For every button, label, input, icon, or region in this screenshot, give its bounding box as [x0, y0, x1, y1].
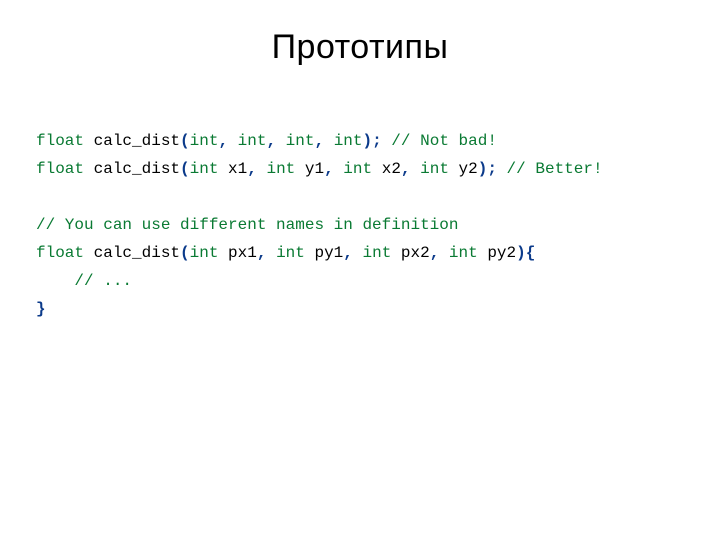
code-line-1: float calc_dist(int, int, int, int); // … [36, 132, 497, 150]
code-line-6: // ... [36, 272, 132, 290]
code-line-comment: // You can use different names in defini… [36, 216, 458, 234]
code-block: float calc_dist(int, int, int, int); // … [0, 99, 720, 323]
param-name: y1 [295, 160, 324, 178]
func-name: calc_dist [84, 132, 180, 150]
param-name: px2 [391, 244, 429, 262]
param-name: x1 [218, 160, 247, 178]
slide: Прототипы float calc_dist(int, int, int,… [0, 0, 720, 540]
param-name: x2 [372, 160, 401, 178]
param-name: py2 [478, 244, 516, 262]
type-int: int [190, 244, 219, 262]
paren-close-semi: ); [363, 132, 382, 150]
paren-open: ( [180, 132, 190, 150]
slide-title: Прототипы [0, 0, 720, 99]
type-int: int [266, 244, 304, 262]
type-int: int [190, 132, 219, 150]
func-name: calc_dist [84, 160, 180, 178]
type-int: int [257, 160, 295, 178]
comma: , [218, 132, 228, 150]
code-line-5: float calc_dist(int px1, int py1, int px… [36, 244, 535, 262]
type-int: int [324, 132, 362, 150]
func-name: calc_dist [84, 244, 180, 262]
brace-close: } [36, 300, 46, 318]
type-int: int [190, 160, 219, 178]
comma: , [314, 132, 324, 150]
comma: , [247, 160, 257, 178]
comma: , [266, 132, 276, 150]
comment: // Better! [497, 160, 603, 178]
comment: // ... [74, 272, 132, 290]
param-name: py1 [305, 244, 343, 262]
paren-open: ( [180, 244, 190, 262]
type-int: int [411, 160, 449, 178]
comma: , [343, 244, 353, 262]
type-int: int [276, 132, 314, 150]
param-name: px1 [218, 244, 256, 262]
comment: // Not bad! [382, 132, 497, 150]
keyword-float: float [36, 244, 84, 262]
paren-open: ( [180, 160, 190, 178]
type-int: int [353, 244, 391, 262]
comma: , [401, 160, 411, 178]
comma: , [430, 244, 440, 262]
comma: , [324, 160, 334, 178]
code-line-2: float calc_dist(int x1, int y1, int x2, … [36, 160, 603, 178]
paren-close-brace: ){ [516, 244, 535, 262]
paren-close-semi: ); [478, 160, 497, 178]
type-int: int [228, 132, 266, 150]
type-int: int [439, 244, 477, 262]
keyword-float: float [36, 132, 84, 150]
param-name: y2 [449, 160, 478, 178]
type-int: int [334, 160, 372, 178]
keyword-float: float [36, 160, 84, 178]
